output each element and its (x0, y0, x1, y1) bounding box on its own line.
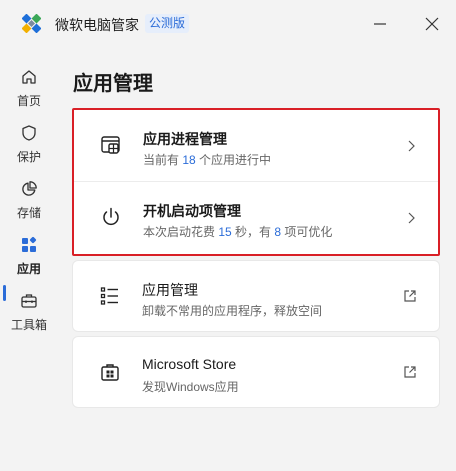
sidebar-item-label: 存储 (16, 206, 41, 220)
sidebar-item-protect[interactable]: 保护 (0, 120, 58, 170)
external-link-icon (404, 366, 416, 378)
pie-chart-icon (22, 181, 37, 196)
title-bar: 微软电脑管家 公测版 (0, 0, 456, 48)
app-logo-icon (22, 14, 41, 33)
row-subtitle: 发现Windows应用 (142, 380, 239, 394)
toolbox-icon (21, 294, 37, 308)
sidebar-item-label: 工具箱 (10, 318, 47, 332)
startup-seconds: 15 (218, 225, 232, 239)
sidebar-item-label: 首页 (16, 94, 41, 108)
row-subtitle: 卸载不常用的应用程序，释放空间 (142, 304, 323, 318)
row-subtitle: 当前有 18 个应用进行中 (143, 153, 272, 167)
chevron-right-icon (408, 212, 415, 224)
list-icon (100, 287, 118, 305)
apps-icon (22, 236, 37, 252)
row-title: 应用管理 (142, 282, 198, 298)
process-management-row[interactable]: 应用进程管理 当前有 18 个应用进行中 (74, 110, 438, 182)
app-title: 微软电脑管家 (55, 17, 139, 33)
startup-management-row[interactable]: 开机启动项管理 本次启动花费 15 秒，有 8 项可优化 (74, 182, 438, 254)
home-icon (22, 70, 36, 84)
close-icon[interactable] (420, 12, 444, 36)
beta-badge: 公测版 (145, 14, 190, 33)
shield-icon (22, 125, 36, 141)
microsoft-store-row[interactable]: Microsoft Store 发现Windows应用 (73, 337, 439, 409)
row-title: Microsoft Store (142, 356, 237, 372)
sidebar-item-label: 保护 (16, 150, 41, 164)
row-title: 应用进程管理 (143, 131, 227, 147)
power-icon (103, 207, 119, 226)
chevron-right-icon (408, 140, 415, 152)
sidebar-item-home[interactable]: 首页 (0, 64, 58, 114)
sidebar-item-toolbox[interactable]: 工具箱 (0, 288, 58, 338)
sidebar-item-storage[interactable]: 存储 (0, 176, 58, 226)
row-subtitle: 本次启动花费 15 秒，有 8 项可优化 (143, 225, 333, 239)
page-title: 应用管理 (73, 73, 153, 95)
sidebar-item-label: 应用 (16, 262, 41, 276)
microsoft-store-card[interactable]: Microsoft Store 发现Windows应用 (72, 336, 440, 408)
row-title: 开机启动项管理 (143, 203, 241, 219)
app-management-row[interactable]: 应用管理 卸载不常用的应用程序，释放空间 (73, 261, 439, 333)
sidebar: 首页 保护 存储 应用 工具箱 (0, 48, 58, 471)
window-process-icon (101, 136, 120, 154)
highlighted-card-group: 应用进程管理 当前有 18 个应用进行中 开机启动项管理 本次启动花费 15 秒… (72, 108, 440, 256)
sidebar-item-apps[interactable]: 应用 (0, 232, 58, 282)
app-management-card[interactable]: 应用管理 卸载不常用的应用程序，释放空间 (72, 260, 440, 332)
minimize-icon[interactable] (368, 12, 392, 36)
external-link-icon (404, 290, 416, 302)
store-icon (101, 364, 119, 381)
app-count: 18 (182, 153, 196, 167)
